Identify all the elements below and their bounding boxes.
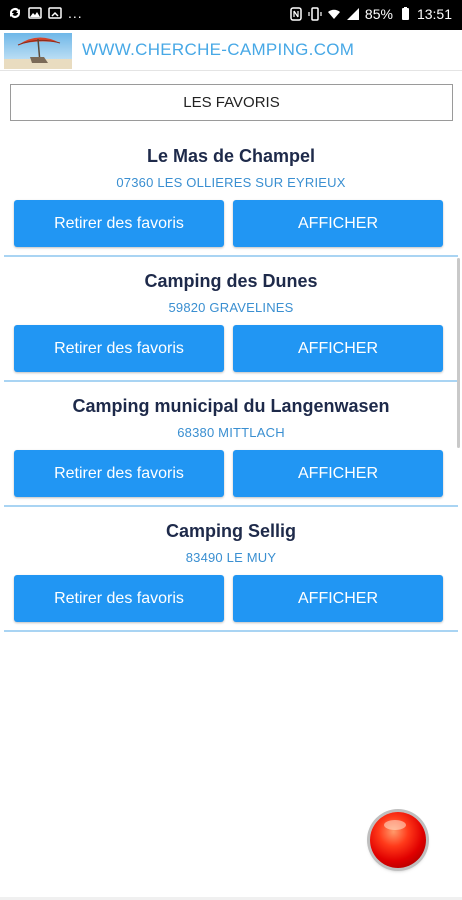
status-right-icons: 85% 13:51 bbox=[289, 6, 452, 22]
favorites-title-box: LES FAVORIS bbox=[10, 84, 453, 121]
show-camping-button[interactable]: AFFICHER bbox=[233, 575, 443, 622]
favorite-entry: Camping des Dunes 59820 GRAVELINES Retir… bbox=[0, 263, 462, 388]
entry-divider bbox=[4, 380, 458, 382]
remove-favorite-button[interactable]: Retirer des favoris bbox=[14, 450, 224, 497]
camping-address: 59820 GRAVELINES bbox=[168, 300, 294, 315]
camping-address: 83490 LE MUY bbox=[185, 550, 277, 565]
favorite-entry: Camping municipal du Langenwasen 68380 M… bbox=[0, 388, 462, 513]
remove-favorite-button[interactable]: Retirer des favoris bbox=[14, 575, 224, 622]
status-bar: ... 85% 13:51 bbox=[0, 0, 462, 30]
remove-favorite-button[interactable]: Retirer des favoris bbox=[14, 200, 224, 247]
image-icon bbox=[28, 7, 42, 19]
remove-favorite-button[interactable]: Retirer des favoris bbox=[14, 325, 224, 372]
site-title-link[interactable]: WWW.CHERCHE-CAMPING.COM bbox=[82, 40, 354, 60]
beach-umbrella-logo bbox=[4, 33, 72, 69]
clock: 13:51 bbox=[416, 6, 452, 22]
show-camping-button[interactable]: AFFICHER bbox=[233, 450, 443, 497]
overflow-notifications: ... bbox=[68, 5, 83, 21]
wifi-icon bbox=[327, 9, 340, 19]
camping-name: Camping des Dunes bbox=[144, 271, 318, 291]
camping-name: Camping municipal du Langenwasen bbox=[72, 396, 390, 416]
sync-icon bbox=[10, 8, 20, 18]
battery-percent: 85% bbox=[364, 6, 393, 22]
favorite-entry: Le Mas de Champel 07360 LES OLLIERES SUR… bbox=[0, 138, 462, 263]
camping-address: 68380 MITTLACH bbox=[177, 425, 285, 440]
red-round-button[interactable] bbox=[370, 812, 426, 868]
show-camping-button[interactable]: AFFICHER bbox=[233, 200, 443, 247]
vibrate-icon bbox=[308, 7, 322, 21]
header-divider bbox=[0, 70, 462, 71]
battery-icon bbox=[401, 7, 409, 20]
flag-icon bbox=[48, 7, 62, 19]
app-header: WWW.CHERCHE-CAMPING.COM bbox=[0, 30, 462, 70]
entry-divider bbox=[4, 630, 458, 632]
camping-address: 07360 LES OLLIERES SUR EYRIEUX bbox=[116, 175, 346, 190]
entry-divider bbox=[4, 505, 458, 507]
favorites-title: LES FAVORIS bbox=[183, 94, 280, 111]
show-camping-button[interactable]: AFFICHER bbox=[233, 325, 443, 372]
favorite-entry: Camping Sellig 83490 LE MUY Retirer des … bbox=[0, 513, 462, 638]
camping-name: Camping Sellig bbox=[165, 521, 297, 541]
status-left-icons: ... bbox=[8, 6, 83, 20]
scrollbar[interactable] bbox=[457, 258, 460, 448]
signal-icon bbox=[346, 8, 359, 20]
nfc-icon bbox=[290, 7, 302, 21]
camping-name: Le Mas de Champel bbox=[146, 146, 316, 166]
entry-divider bbox=[4, 255, 458, 257]
